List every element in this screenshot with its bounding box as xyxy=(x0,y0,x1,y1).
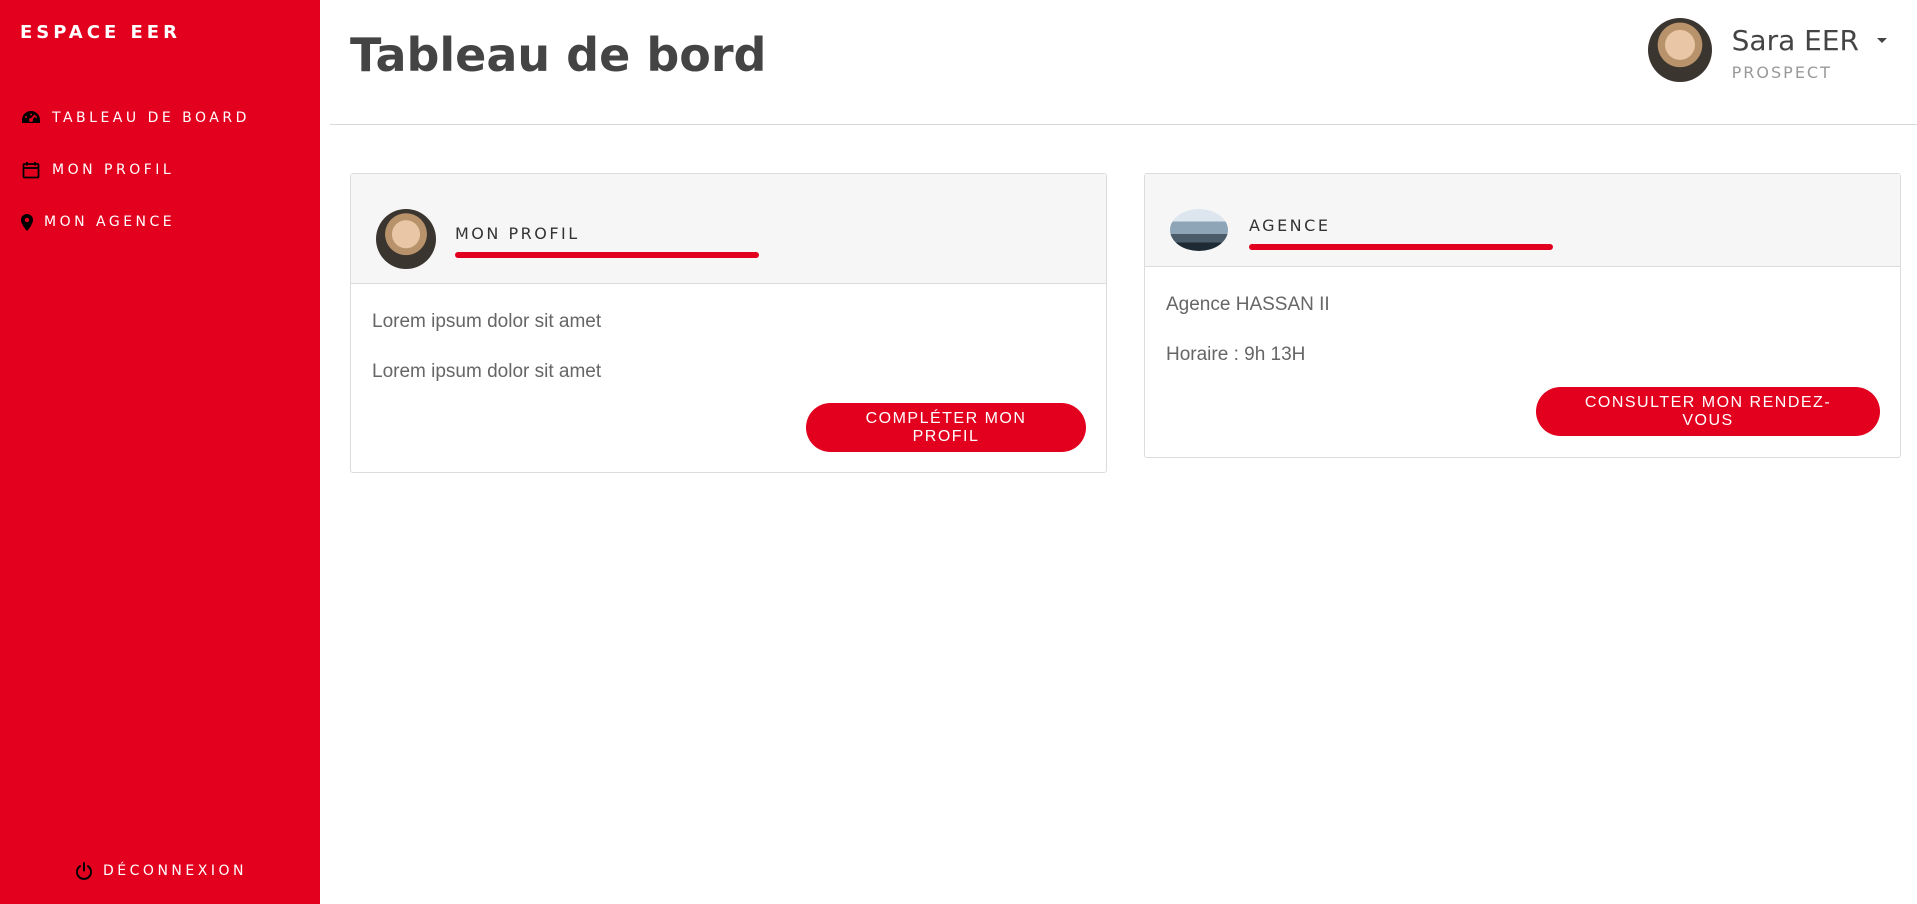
sidebar: ESPACE EER TABLEAU DE BOARD MON PROFIL M… xyxy=(0,0,320,904)
sidebar-nav: TABLEAU DE BOARD MON PROFIL MON AGENCE xyxy=(20,92,250,248)
sidebar-item-label: MON PROFIL xyxy=(52,162,175,178)
agency-card-body: Agence HASSAN II Horaire : 9h 13H xyxy=(1145,267,1900,367)
sidebar-item-label: TABLEAU DE BOARD xyxy=(52,110,250,126)
agency-image xyxy=(1170,209,1228,251)
profile-card: MON PROFIL Lorem ipsum dolor sit amet Lo… xyxy=(350,173,1107,473)
card-title: AGENCE xyxy=(1249,216,1331,235)
top-header: Tableau de bord Sara EER PROSPECT xyxy=(330,0,1917,125)
power-icon xyxy=(73,860,95,882)
user-info: Sara EER PROSPECT xyxy=(1732,18,1887,82)
calendar-icon xyxy=(20,159,42,181)
chevron-down-icon[interactable] xyxy=(1877,38,1887,43)
accent-bar xyxy=(1249,244,1553,250)
avatar xyxy=(376,209,436,269)
view-appointment-button[interactable]: CONSULTER MON RENDEZ-VOUS xyxy=(1536,387,1880,436)
profile-card-body: Lorem ipsum dolor sit amet Lorem ipsum d… xyxy=(351,284,1106,384)
card-title: MON PROFIL xyxy=(455,224,580,243)
logout-label: DÉCONNEXION xyxy=(103,863,247,879)
page-title: Tableau de bord xyxy=(350,28,767,82)
user-name: Sara EER xyxy=(1732,24,1887,57)
user-menu[interactable]: Sara EER PROSPECT xyxy=(1647,18,1887,82)
agency-name: Agence HASSAN II xyxy=(1166,294,1330,315)
sidebar-item-label: MON AGENCE xyxy=(44,214,176,230)
sidebar-item-agency[interactable]: MON AGENCE xyxy=(20,196,250,248)
sidebar-item-dashboard[interactable]: TABLEAU DE BOARD xyxy=(20,92,250,144)
avatar xyxy=(1647,18,1712,82)
agency-card-header: AGENCE xyxy=(1145,174,1900,267)
profile-line: Lorem ipsum dolor sit amet xyxy=(372,361,602,382)
user-role: PROSPECT xyxy=(1731,63,1832,82)
profile-card-header: MON PROFIL xyxy=(351,174,1106,284)
logout-button[interactable]: DÉCONNEXION xyxy=(0,860,320,882)
complete-profile-button[interactable]: COMPLÉTER MON PROFIL xyxy=(806,403,1086,452)
map-pin-icon xyxy=(20,211,34,233)
brand-title: ESPACE EER xyxy=(20,22,181,43)
speedometer-icon xyxy=(20,107,42,129)
accent-bar xyxy=(455,252,759,258)
sidebar-item-profile[interactable]: MON PROFIL xyxy=(20,144,250,196)
profile-line: Lorem ipsum dolor sit amet xyxy=(372,311,602,332)
user-name-text: Sara EER xyxy=(1731,24,1859,57)
agency-card: AGENCE Agence HASSAN II Horaire : 9h 13H… xyxy=(1144,173,1901,458)
agency-hours: Horaire : 9h 13H xyxy=(1166,344,1306,365)
